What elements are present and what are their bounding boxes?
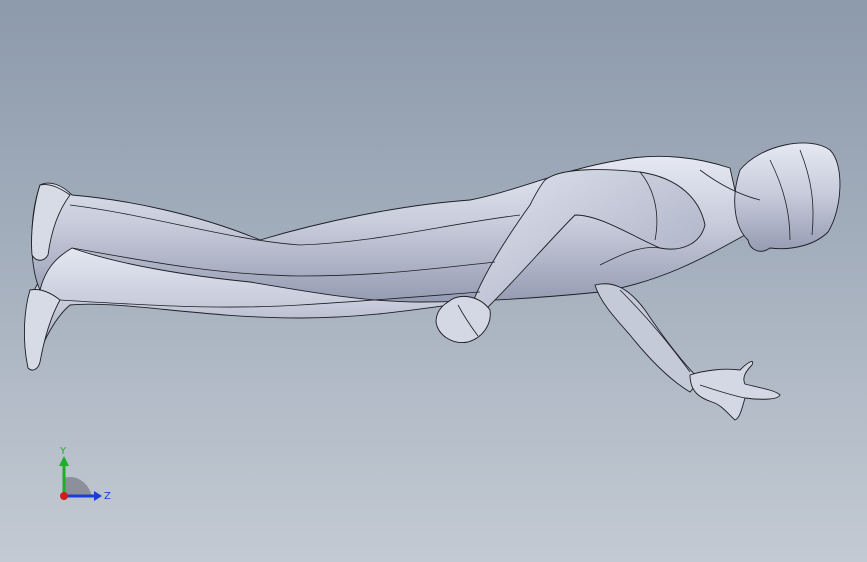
graphics-viewport[interactable]: Y Z: [0, 0, 867, 562]
y-axis-label: Y: [59, 446, 67, 457]
far-arm: [594, 283, 701, 393]
orientation-triad: Y Z: [59, 446, 111, 502]
triad-plane-shadow: [64, 476, 92, 496]
human-figure-model[interactable]: [0, 0, 867, 562]
z-axis-arrow: [94, 491, 102, 501]
x-axis-dot: [60, 492, 68, 500]
far-hand: [689, 360, 781, 421]
y-axis-arrow: [59, 456, 69, 466]
z-axis-label: Z: [104, 491, 111, 502]
left-foot: [23, 289, 61, 371]
